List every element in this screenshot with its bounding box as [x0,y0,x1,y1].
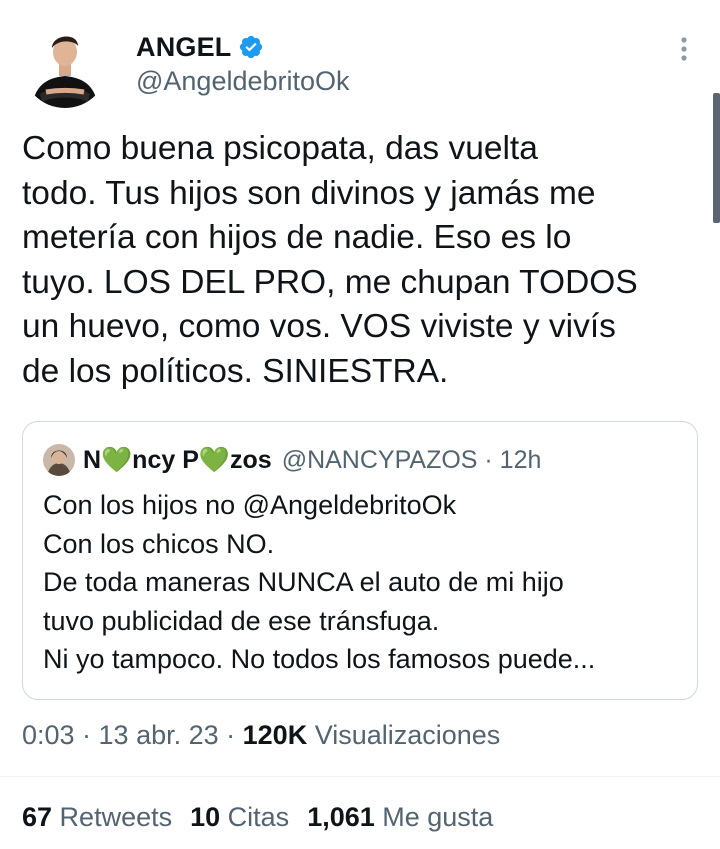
author-display-name[interactable]: ANGEL [136,32,232,63]
likes-count: 1,061 [307,802,375,832]
quoted-tweet-header: N💚ncy P💚zos @NANCYPAZOS · 12h [43,444,541,476]
tweet-timestamp[interactable]: 0:03 · 13 abr. 23 · [22,720,243,750]
divider [0,776,720,777]
quoted-tweet-card[interactable]: N💚ncy P💚zos @NANCYPAZOS · 12h Con los hi… [22,421,698,700]
views-count: 120K [242,720,308,750]
quotes-count: 10 [190,802,221,832]
author-handle[interactable]: @AngeldebritoOk [136,66,350,97]
retweets-count: 67 [22,802,53,832]
engagement-stats: 67 Retweets 10 Citas 1,061 Me gusta [22,802,511,833]
verified-badge-icon [239,35,262,59]
author-avatar[interactable] [22,22,108,108]
avatar-person-icon [22,22,108,108]
scrollbar-thumb[interactable] [713,93,720,223]
quoted-author-handle-time[interactable]: @NANCYPAZOS · 12h [282,446,542,475]
quoted-author-avatar[interactable] [43,444,75,476]
quotes-label: Citas [220,802,290,832]
more-options-icon[interactable] [672,34,696,64]
tweet-header: ANGEL @AngeldebritoOk [0,0,720,110]
avatar-person-icon [43,444,75,476]
tweet-meta: 0:03 · 13 abr. 23 · 120K Visualizaciones [22,720,500,751]
quoted-tweet-text: Con los hijos no @AngeldebritoOk Con los… [43,490,596,674]
retweets-label: Retweets [52,802,173,832]
author-info[interactable]: ANGEL @AngeldebritoOk [136,32,350,97]
views-label: Visualizaciones [307,720,501,750]
quotes-stat[interactable]: 10 Citas [190,802,289,832]
retweets-stat[interactable]: 67 Retweets [22,802,172,832]
likes-stat[interactable]: 1,061 Me gusta [307,802,493,832]
tweet-text: Como buena psicopata, das vuelta todo. T… [22,130,638,390]
likes-label: Me gusta [374,802,494,832]
quoted-author-display-name[interactable]: N💚ncy P💚zos [83,446,272,475]
